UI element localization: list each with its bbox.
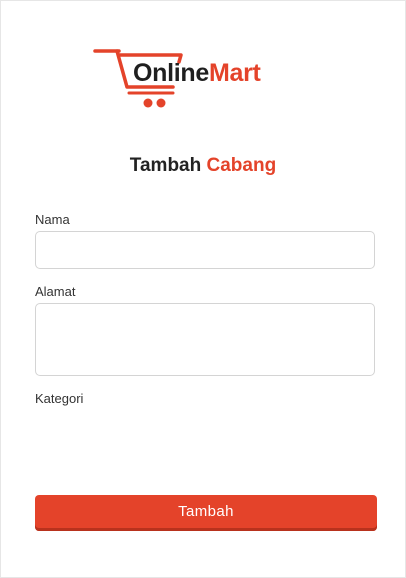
- page-title-part1: Tambah: [129, 155, 202, 176]
- alamat-label: Alamat: [35, 284, 76, 299]
- brand-part2: Mart: [208, 59, 261, 87]
- kategori-label: Kategori: [35, 391, 84, 406]
- alamat-textarea[interactable]: [35, 303, 375, 376]
- nama-input[interactable]: [35, 231, 375, 269]
- onlinemart-logo: OnlineMart: [93, 45, 283, 111]
- brand-part1: Online: [133, 59, 209, 87]
- form-card: OnlineMart Tambah Cabang Nama Alamat Kat…: [0, 0, 406, 578]
- tambah-button[interactable]: Tambah: [35, 495, 377, 531]
- brand-wordmark: OnlineMart: [133, 59, 261, 88]
- page-title: Tambah Cabang: [1, 155, 405, 177]
- page-title-part2: Cabang: [206, 155, 277, 176]
- nama-label: Nama: [35, 212, 70, 227]
